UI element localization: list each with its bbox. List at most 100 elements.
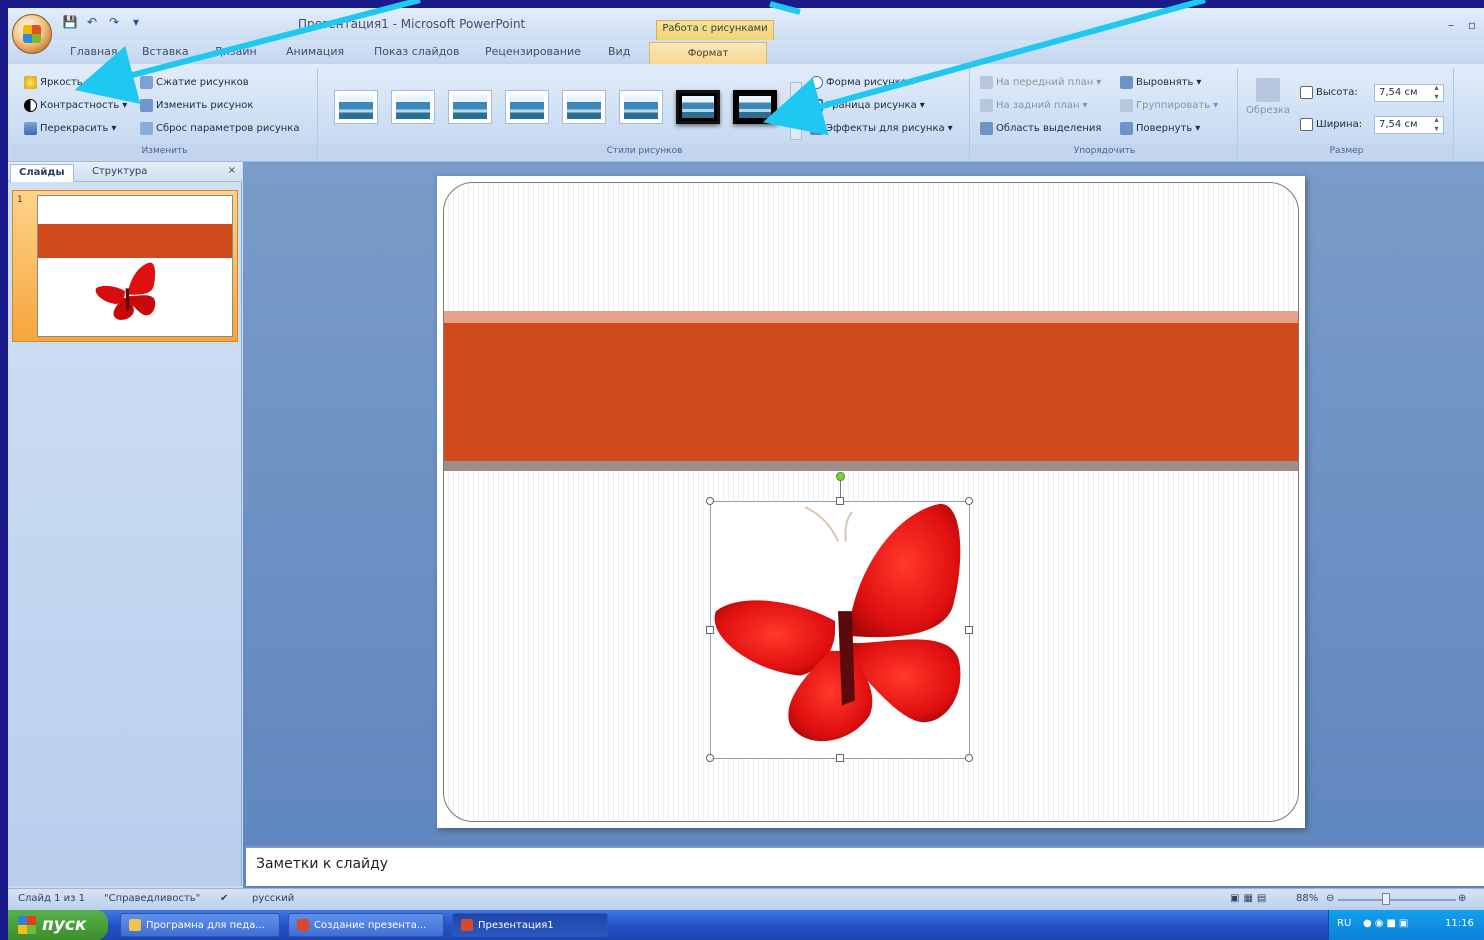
brightness-button[interactable]: Яркость ▾	[24, 76, 91, 89]
pane-close-icon[interactable]: ×	[228, 165, 236, 176]
picture-style-7[interactable]	[676, 90, 720, 124]
notes-pane[interactable]: Заметки к слайду	[246, 846, 1484, 886]
resize-handle-w[interactable]	[706, 626, 714, 634]
picture-style-8[interactable]	[733, 90, 777, 124]
zoom-slider[interactable]	[1338, 899, 1456, 901]
tab-insert[interactable]: Вставка	[142, 45, 189, 58]
tab-outline[interactable]: Структура	[84, 164, 155, 182]
resize-handle-s[interactable]	[836, 754, 844, 762]
picture-shape-button[interactable]: Форма рисунка ▾	[810, 76, 915, 89]
bring-to-front-label: На передний план	[996, 77, 1094, 88]
zoom-in-icon[interactable]: ⊕	[1458, 893, 1466, 904]
slide-thumbnail-selected[interactable]: 1	[12, 190, 238, 342]
view-buttons[interactable]: ▣▦▤	[1230, 893, 1270, 904]
slide-thumbnail[interactable]	[37, 195, 233, 337]
slide-canvas[interactable]	[437, 176, 1305, 828]
undo-icon[interactable]: ↶	[84, 14, 100, 30]
picture-style-2[interactable]	[391, 90, 435, 124]
ribbon-tabs: Главная Вставка Дизайн Анимация Показ сл…	[8, 40, 1484, 64]
language-indicator[interactable]: русский	[252, 893, 294, 904]
theme-name: "Справедливость"	[104, 893, 201, 904]
contrast-button[interactable]: Контрастность ▾	[24, 99, 127, 112]
keyboard-language[interactable]: RU	[1337, 918, 1351, 929]
tab-slides[interactable]: Слайды	[10, 164, 74, 182]
tab-review[interactable]: Рецензирование	[485, 45, 581, 58]
compress-button[interactable]: Сжатие рисунков	[140, 76, 249, 89]
title-band[interactable]	[444, 323, 1298, 461]
height-field[interactable]: 7,54 см	[1374, 83, 1444, 102]
office-button[interactable]	[12, 14, 52, 54]
folder-icon	[129, 919, 141, 931]
group-button[interactable]: Группировать ▾	[1120, 99, 1218, 112]
styles-gallery-scrollbar[interactable]	[790, 82, 802, 140]
group-label: Группировать	[1136, 100, 1211, 111]
align-icon	[1120, 76, 1133, 89]
send-to-back-label: На задний план	[996, 100, 1080, 111]
tab-home[interactable]: Главная	[70, 45, 118, 58]
border-icon	[810, 99, 823, 112]
picture-style-1[interactable]	[334, 90, 378, 124]
tab-format[interactable]: Формат	[649, 42, 767, 64]
tray-icons[interactable]: ●◉■▣	[1363, 918, 1411, 929]
slide-background-frame	[443, 182, 1299, 822]
tab-slideshow[interactable]: Показ слайдов	[374, 45, 460, 58]
compress-icon	[140, 76, 153, 89]
reset-picture-button[interactable]: Сброс параметров рисунка	[140, 122, 299, 135]
change-picture-button[interactable]: Изменить рисунок	[140, 99, 253, 112]
taskbar-item-presentation-doc[interactable]: Создание презента...	[288, 913, 444, 937]
zoom-level[interactable]: 88%	[1296, 893, 1318, 904]
zoom-slider-knob[interactable]	[1382, 893, 1390, 905]
tab-view[interactable]: Вид	[608, 45, 630, 58]
crop-button[interactable]: Обрезка	[1246, 78, 1290, 116]
crop-icon	[1256, 78, 1281, 102]
save-icon[interactable]: 💾	[62, 14, 78, 30]
recolor-button[interactable]: Перекрасить ▾	[24, 122, 116, 135]
picture-effects-label: Эффекты для рисунка	[826, 123, 945, 134]
maximize-button[interactable]: ▫	[1468, 18, 1476, 32]
picture-style-3[interactable]	[448, 90, 492, 124]
group-label-adjust: Изменить	[12, 144, 317, 158]
rotate-icon	[1120, 122, 1133, 135]
shape-icon	[810, 76, 823, 89]
start-button[interactable]: пуск	[8, 910, 108, 940]
recolor-label: Перекрасить	[40, 123, 109, 134]
bring-to-front-button[interactable]: На передний план ▾	[980, 76, 1101, 89]
taskbar-item-folder[interactable]: Програмна для педа...	[120, 913, 280, 937]
change-picture-icon	[140, 99, 153, 112]
width-field[interactable]: 7,54 см	[1374, 115, 1444, 134]
thumbnail-band	[38, 224, 232, 258]
picture-style-6[interactable]	[619, 90, 663, 124]
tab-design[interactable]: Дизайн	[214, 45, 257, 58]
picture-border-button[interactable]: Граница рисунка ▾	[810, 99, 925, 112]
resize-handle-se[interactable]	[965, 754, 973, 762]
rotate-button[interactable]: Повернуть ▾	[1120, 122, 1200, 135]
spellcheck-icon[interactable]: ✔	[220, 893, 228, 904]
brightness-label: Яркость	[40, 77, 83, 88]
resize-handle-sw[interactable]	[706, 754, 714, 762]
slides-pane: Слайды Структура × 1	[8, 162, 242, 886]
customize-qat-icon[interactable]: ▾	[128, 14, 144, 30]
rotate-label: Повернуть	[1136, 123, 1193, 134]
width-icon	[1300, 118, 1313, 131]
zoom-out-icon[interactable]: ⊖	[1326, 893, 1334, 904]
picture-effects-button[interactable]: Эффекты для рисунка ▾	[810, 122, 953, 135]
windows-taskbar: пуск Програмна для педа... Создание през…	[8, 910, 1484, 940]
resize-handle-n[interactable]	[836, 497, 844, 505]
rotate-handle[interactable]	[836, 472, 845, 481]
windows-flag-icon	[18, 916, 36, 934]
align-button[interactable]: Выровнять ▾	[1120, 76, 1201, 89]
selection-pane-button[interactable]: Область выделения	[980, 122, 1101, 135]
clock: 11:16	[1445, 918, 1474, 929]
send-to-back-button[interactable]: На задний план ▾	[980, 99, 1088, 112]
picture-style-4[interactable]	[505, 90, 549, 124]
taskbar-item-presentation1[interactable]: Презентация1	[452, 913, 608, 937]
minimize-button[interactable]: –	[1448, 18, 1454, 32]
selected-picture[interactable]	[706, 472, 973, 762]
contrast-label: Контрастность	[40, 100, 120, 111]
resize-handle-nw[interactable]	[706, 497, 714, 505]
redo-icon[interactable]: ↷	[106, 14, 122, 30]
picture-style-5[interactable]	[562, 90, 606, 124]
resize-handle-e[interactable]	[965, 626, 973, 634]
tab-animation[interactable]: Анимация	[286, 45, 344, 58]
resize-handle-ne[interactable]	[965, 497, 973, 505]
